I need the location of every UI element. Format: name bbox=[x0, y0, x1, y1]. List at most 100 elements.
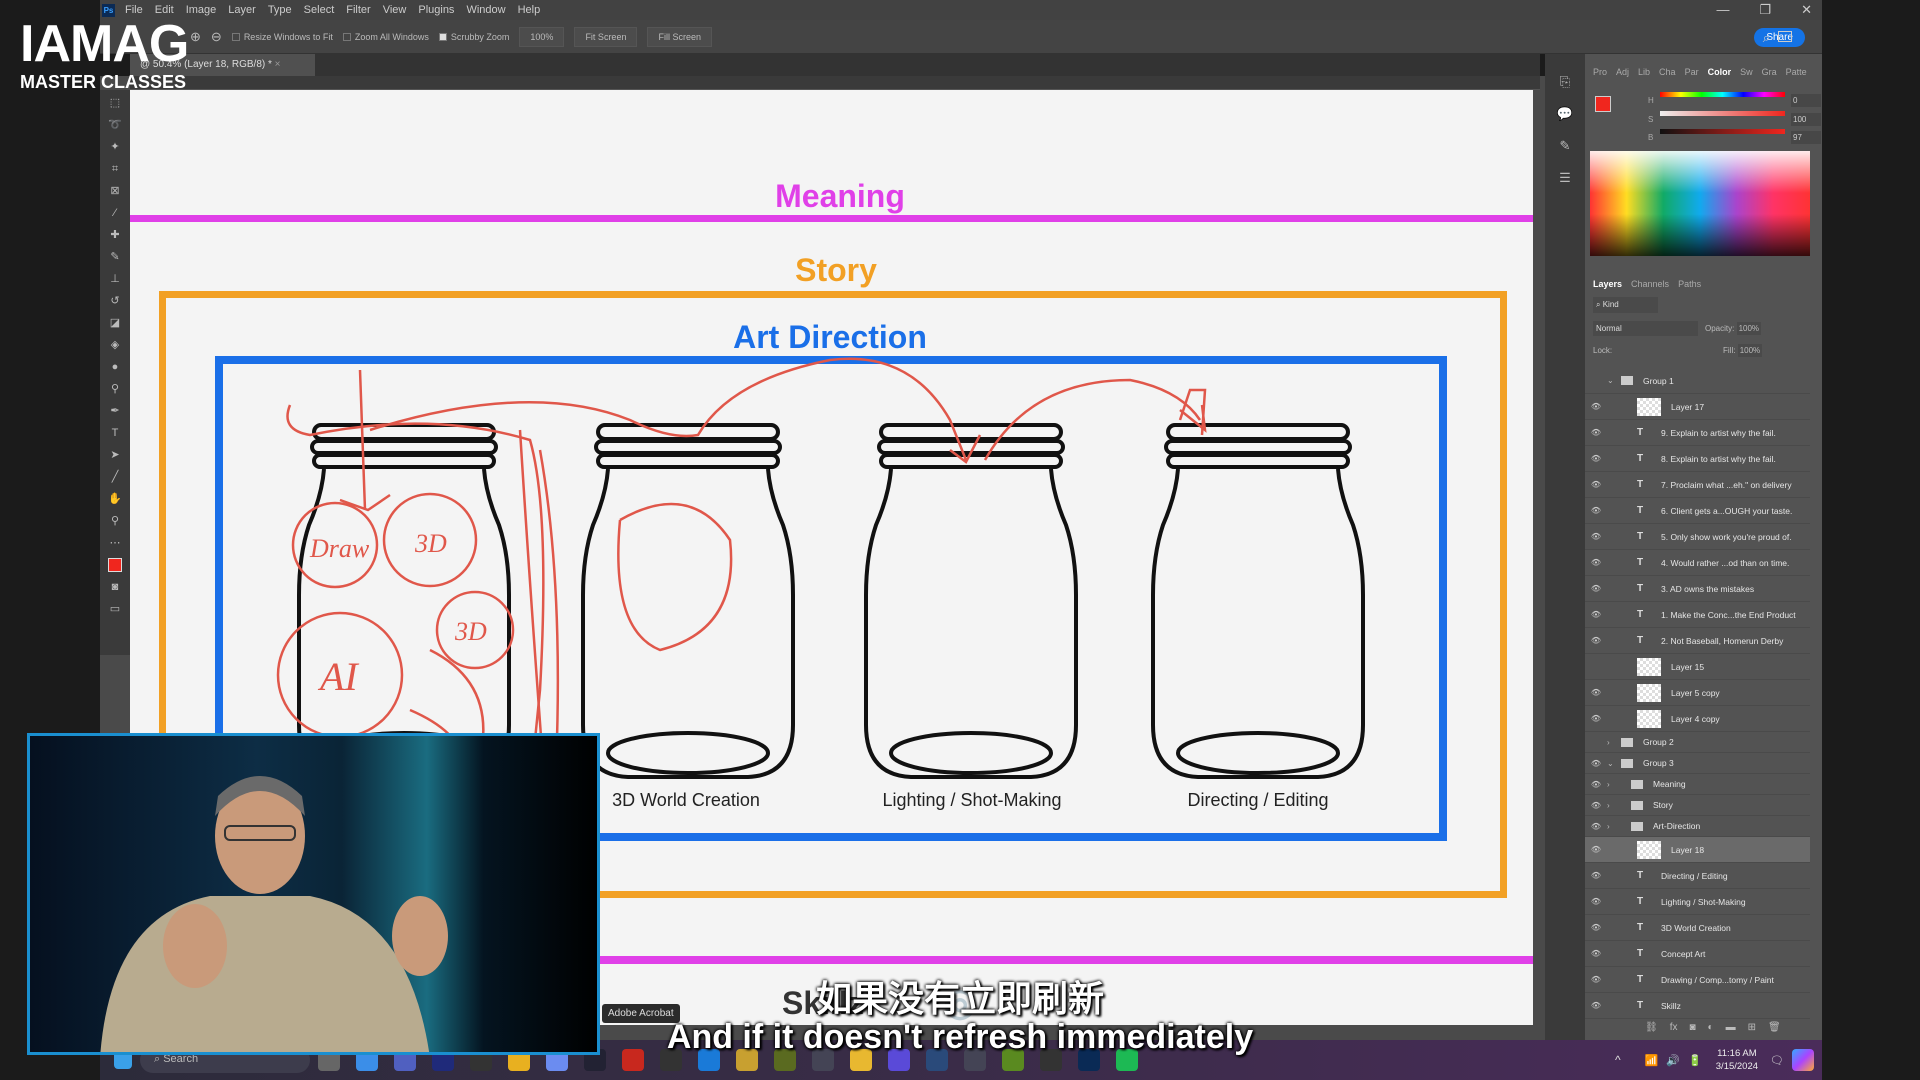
hand-tool-icon[interactable]: ✋ bbox=[108, 492, 122, 506]
eye-icon[interactable]: 👁 bbox=[1585, 975, 1607, 984]
eye-icon[interactable]: 👁 bbox=[1585, 636, 1607, 645]
layer-row[interactable]: › Group 2 bbox=[1585, 732, 1810, 753]
blend-mode-select[interactable]: Normal bbox=[1593, 321, 1698, 336]
tab-character[interactable]: Cha bbox=[1659, 67, 1676, 77]
layer-row[interactable]: 👁 › Art-Direction bbox=[1585, 816, 1810, 837]
layer-row[interactable]: 👁 › Meaning bbox=[1585, 774, 1810, 795]
menu-layer[interactable]: Layer bbox=[228, 4, 256, 16]
expand-chevron-icon[interactable]: › bbox=[1607, 738, 1621, 747]
new-group-icon[interactable]: ▬ bbox=[1726, 1022, 1736, 1033]
menu-plugins[interactable]: Plugins bbox=[418, 4, 454, 16]
brightness-slider[interactable] bbox=[1660, 129, 1785, 134]
layer-row[interactable]: 👁 Layer 4 copy bbox=[1585, 706, 1810, 732]
layer-row[interactable]: 👁 Layer 17 bbox=[1585, 394, 1810, 420]
tab-paths[interactable]: Paths bbox=[1678, 279, 1701, 289]
close-tab-icon[interactable]: × bbox=[275, 59, 281, 70]
eye-icon[interactable]: 👁 bbox=[1585, 822, 1607, 831]
screen-mode-icon[interactable]: ▭ bbox=[108, 602, 122, 616]
paint-bucket-icon[interactable]: ◈ bbox=[108, 338, 122, 352]
expand-chevron-icon[interactable]: ⌄ bbox=[1607, 376, 1621, 385]
layer-row[interactable]: 👁 T 7. Proclaim what ...eh." on delivery bbox=[1585, 472, 1810, 498]
eye-icon[interactable]: 👁 bbox=[1585, 759, 1607, 768]
kind-filter[interactable]: ⌕ Kind bbox=[1593, 297, 1658, 313]
hue-field[interactable]: 0 bbox=[1791, 94, 1821, 107]
link-icon[interactable]: ⛓ bbox=[1645, 1022, 1658, 1033]
history-panel-icon[interactable]: ⎘ bbox=[1560, 74, 1570, 90]
tab-layers[interactable]: Layers bbox=[1593, 279, 1622, 289]
layer-row[interactable]: 👁 T Directing / Editing bbox=[1585, 863, 1810, 889]
healing-brush-icon[interactable]: ✚ bbox=[108, 228, 122, 242]
resize-windows-checkbox[interactable]: Resize Windows to Fit bbox=[231, 32, 333, 42]
color-spectrum[interactable] bbox=[1590, 151, 1810, 256]
crop-tool-icon[interactable]: ⌗ bbox=[108, 162, 122, 176]
history-brush-icon[interactable]: ↺ bbox=[108, 294, 122, 308]
notifications-icon[interactable]: 🗨 bbox=[1770, 1054, 1784, 1067]
tab-patterns[interactable]: Patte bbox=[1786, 67, 1807, 77]
layer-row[interactable]: 👁 T 8. Explain to artist why the fail. bbox=[1585, 446, 1810, 472]
layer-row[interactable]: 👁 Layer 18 bbox=[1585, 837, 1810, 863]
fill-screen-button[interactable]: Fill Screen bbox=[647, 26, 712, 47]
eye-icon[interactable]: 👁 bbox=[1585, 714, 1607, 723]
eye-icon[interactable]: 👁 bbox=[1585, 532, 1607, 541]
layer-row[interactable]: 👁 Layer 5 copy bbox=[1585, 680, 1810, 706]
zoom-in-icon[interactable]: ⊕ bbox=[190, 29, 201, 45]
eyedropper-icon[interactable]: ⁄ bbox=[108, 206, 122, 220]
zoom-tool-icon[interactable]: ⚲ bbox=[108, 514, 122, 528]
layer-row[interactable]: 👁 T Concept Art bbox=[1585, 941, 1810, 967]
tab-paragraph[interactable]: Par bbox=[1685, 67, 1699, 77]
frame-tool-icon[interactable]: ⊠ bbox=[108, 184, 122, 198]
brightness-field[interactable]: 97 bbox=[1791, 131, 1821, 144]
opacity-field[interactable]: 100% bbox=[1736, 322, 1762, 335]
expand-chevron-icon[interactable]: ⌄ bbox=[1607, 759, 1621, 768]
stamp-tool-icon[interactable]: ⊥ bbox=[108, 272, 122, 286]
eye-icon[interactable]: 👁 bbox=[1585, 610, 1607, 619]
menu-filter[interactable]: Filter bbox=[346, 4, 370, 16]
fill-field[interactable]: 100% bbox=[1737, 344, 1763, 357]
delete-icon[interactable]: 🗑 bbox=[1768, 1022, 1781, 1033]
workspace-icon[interactable] bbox=[1778, 31, 1792, 42]
eye-icon[interactable]: 👁 bbox=[1585, 480, 1607, 489]
battery-icon[interactable]: 🔋 bbox=[1688, 1054, 1702, 1067]
brush-tool-icon[interactable]: ✎ bbox=[108, 250, 122, 264]
zoom-value-field[interactable]: 100% bbox=[519, 26, 565, 47]
layer-row[interactable]: 👁 T 2. Not Baseball, Homerun Derby bbox=[1585, 628, 1810, 654]
eye-icon[interactable]: 👁 bbox=[1585, 688, 1607, 697]
restore-icon[interactable]: ❐ bbox=[1759, 2, 1771, 18]
eye-icon[interactable]: 👁 bbox=[1585, 402, 1607, 411]
eye-icon[interactable]: 👁 bbox=[1585, 780, 1607, 789]
layer-row[interactable]: 👁 › Story bbox=[1585, 795, 1810, 816]
quick-mask-icon[interactable]: ◙ bbox=[108, 580, 122, 594]
search-icon[interactable]: ⌕ bbox=[1763, 30, 1770, 46]
foreground-color-swatch[interactable] bbox=[108, 558, 127, 577]
layer-row[interactable]: 👁 T 6. Client gets a...OUGH your taste. bbox=[1585, 498, 1810, 524]
menu-view[interactable]: View bbox=[383, 4, 407, 16]
foreground-swatch[interactable] bbox=[1595, 96, 1611, 112]
layer-row[interactable]: 👁 ⌄ Group 3 bbox=[1585, 753, 1810, 774]
layer-row[interactable]: 👁 T 4. Would rather ...od than on time. bbox=[1585, 550, 1810, 576]
new-layer-icon[interactable]: ⊞ bbox=[1748, 1022, 1756, 1033]
scrubby-zoom-checkbox[interactable]: Scrubby Zoom bbox=[438, 32, 509, 42]
marquee-tool-icon[interactable]: ⬚ bbox=[108, 96, 122, 110]
layer-row[interactable]: 👁 T 1. Make the Conc...the End Product bbox=[1585, 602, 1810, 628]
tab-gradients[interactable]: Gra bbox=[1762, 67, 1777, 77]
eye-icon[interactable]: 👁 bbox=[1585, 558, 1607, 567]
layer-row[interactable]: 👁 T Lighting / Shot-Making bbox=[1585, 889, 1810, 915]
expand-chevron-icon[interactable]: › bbox=[1607, 822, 1631, 831]
saturation-field[interactable]: 100 bbox=[1791, 113, 1821, 126]
properties-panel-icon[interactable]: ☰ bbox=[1559, 170, 1571, 186]
more-tools-icon[interactable]: ⋯ bbox=[108, 536, 122, 550]
menu-type[interactable]: Type bbox=[268, 4, 292, 16]
tab-color[interactable]: Color bbox=[1708, 67, 1732, 77]
tab-channels[interactable]: Channels bbox=[1631, 279, 1669, 289]
eye-icon[interactable]: 👁 bbox=[1585, 871, 1607, 880]
volume-icon[interactable]: 🔊 bbox=[1666, 1054, 1680, 1067]
eraser-icon[interactable]: ◪ bbox=[108, 316, 122, 330]
close-icon[interactable]: ✕ bbox=[1801, 2, 1812, 18]
zoom-all-windows-checkbox[interactable]: Zoom All Windows bbox=[342, 32, 429, 42]
eye-icon[interactable]: 👁 bbox=[1585, 949, 1607, 958]
lasso-tool-icon[interactable]: ➰ bbox=[108, 118, 122, 132]
line-tool-icon[interactable]: ╱ bbox=[108, 470, 122, 484]
clock[interactable]: 11:16 AM 3/15/2024 bbox=[1716, 1047, 1758, 1073]
path-selection-icon[interactable]: ➤ bbox=[108, 448, 122, 462]
layer-row[interactable]: 👁 T Skillz bbox=[1585, 993, 1810, 1019]
